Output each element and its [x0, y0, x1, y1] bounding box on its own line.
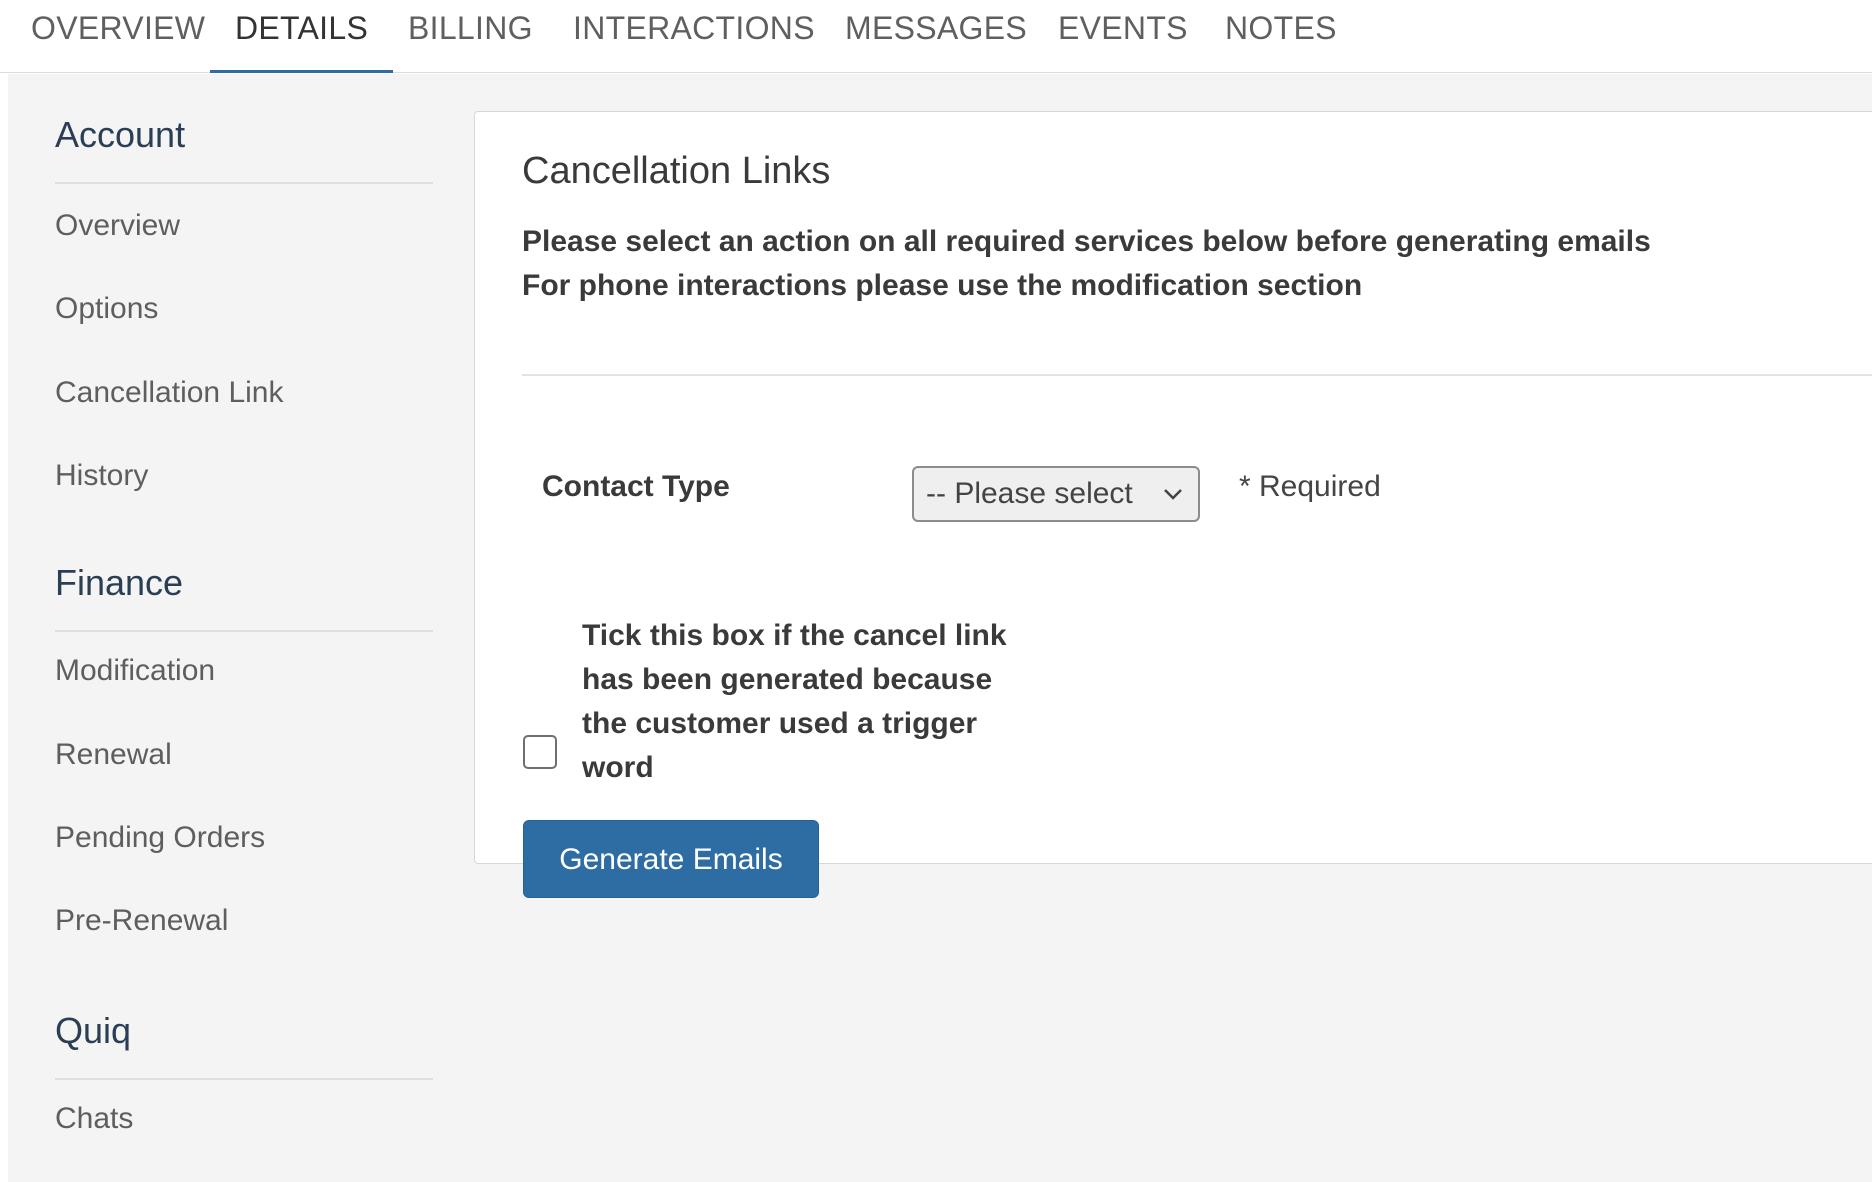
chevron-down-icon — [1164, 489, 1182, 500]
sidebar-item-options[interactable]: Options — [55, 292, 158, 326]
tab-overview[interactable]: OVERVIEW — [6, 0, 230, 73]
tab-notes[interactable]: NOTES — [1200, 0, 1362, 73]
sidebar-item-history[interactable]: History — [55, 459, 148, 493]
sidebar-item-pre-renewal[interactable]: Pre-Renewal — [55, 904, 228, 938]
generate-emails-button[interactable]: Generate Emails — [523, 820, 819, 898]
main-content: Account Overview Options Cancellation Li… — [8, 74, 1872, 1182]
required-indicator: * Required — [1239, 470, 1381, 503]
panel-divider — [522, 374, 1872, 376]
top-tabs: OVERVIEW DETAILS BILLING INTERACTIONS ME… — [0, 0, 1872, 73]
tab-events[interactable]: EVENTS — [1033, 0, 1213, 73]
sidebar-item-cancellation-link[interactable]: Cancellation Link — [55, 376, 283, 410]
sidebar-item-overview[interactable]: Overview — [55, 209, 180, 243]
tab-messages[interactable]: MESSAGES — [820, 0, 1052, 73]
sidebar-item-renewal[interactable]: Renewal — [55, 738, 172, 772]
contact-type-select-value: -- Please select — [926, 477, 1133, 510]
tab-interactions[interactable]: INTERACTIONS — [548, 0, 840, 73]
panel-instruction-1: Please select an action on all required … — [522, 225, 1651, 258]
tab-details[interactable]: DETAILS — [210, 0, 394, 73]
contact-type-select[interactable]: -- Please select — [912, 466, 1200, 522]
sidebar-section-quiq: Quiq — [55, 1010, 433, 1080]
sidebar-item-pending-orders[interactable]: Pending Orders — [55, 821, 265, 855]
panel-title: Cancellation Links — [522, 150, 831, 192]
sidebar-item-chats[interactable]: Chats — [55, 1102, 133, 1136]
sidebar-section-account: Account — [55, 114, 433, 184]
panel-instruction-2: For phone interactions please use the mo… — [522, 269, 1363, 302]
contact-type-label: Contact Type — [542, 470, 730, 503]
tab-billing[interactable]: BILLING — [383, 0, 558, 73]
trigger-word-checkbox[interactable] — [523, 735, 557, 769]
sidebar-item-modification[interactable]: Modification — [55, 654, 215, 688]
trigger-word-checkbox-label: Tick this box if the cancel link has bee… — [582, 619, 1007, 784]
sidebar-section-finance: Finance — [55, 562, 433, 632]
cancellation-links-panel: Cancellation Links Please select an acti… — [474, 111, 1872, 898]
